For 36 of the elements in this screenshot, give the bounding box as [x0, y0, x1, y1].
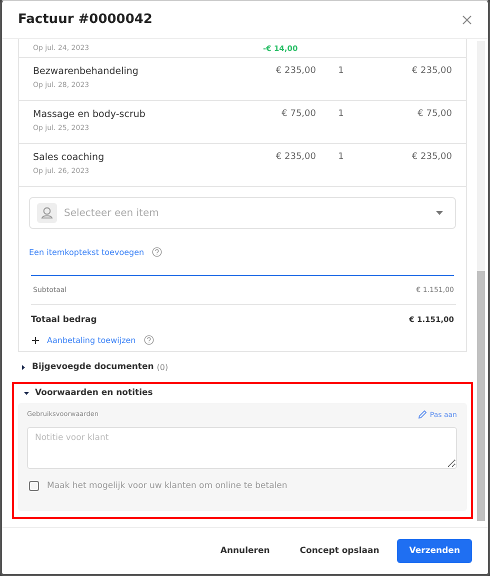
item-price: € 235,00	[274, 66, 316, 76]
footer-button[interactable]: Annuleren	[208, 539, 282, 563]
item-name: Sales coaching	[33, 152, 106, 163]
footer-button[interactable]: Concept opslaan	[288, 539, 392, 563]
scrollbar[interactable]	[477, 41, 485, 521]
help-icon[interactable]	[152, 247, 162, 257]
item-name: Massage en body-scrub	[33, 109, 146, 120]
note-field[interactable]: Notitie voor klant	[27, 427, 457, 469]
close-icon[interactable]	[462, 14, 472, 24]
item-price: € 75,00	[280, 109, 316, 119]
add-header-link[interactable]: Een itemkoptekst toevoegen	[29, 248, 144, 256]
document-count: (0)	[156, 362, 168, 372]
assign-deposit-link[interactable]: Aanbetaling toewijzen	[47, 336, 136, 344]
caret-icon	[436, 211, 443, 215]
expand-arrow-icon[interactable]	[21, 364, 26, 370]
footer-button[interactable]: Verzenden	[397, 539, 472, 563]
total-label: Totaal bedrag	[31, 315, 97, 325]
item-total: € 235,00	[410, 152, 452, 162]
checkbox-label[interactable]: Maak het mogelijk voor uw klanten om online te betalen	[47, 481, 288, 491]
item-quantity: 1	[337, 109, 345, 119]
plus-icon	[32, 336, 39, 344]
section-title[interactable]: Voorwaarden en notities	[35, 388, 153, 398]
person-icon	[37, 203, 57, 223]
item-total: € 235,00	[410, 66, 452, 76]
item-select[interactable]: Selecteer een item	[29, 197, 456, 229]
item-price: € 235,00	[274, 152, 316, 162]
expand-arrow-icon[interactable]	[24, 390, 29, 396]
checkbox[interactable]	[29, 481, 39, 491]
section-title[interactable]: Bijgevoegde documenten	[32, 362, 154, 372]
item-quantity: 1	[337, 152, 345, 162]
item-total: € 75,00	[416, 109, 452, 119]
item-name: Bezwarenbehandeling	[33, 66, 140, 77]
pencil-icon	[418, 410, 427, 419]
dialog-title: Factuur #0000042	[18, 12, 152, 27]
item-quantity: 1	[337, 66, 345, 76]
help-icon[interactable]	[144, 335, 154, 345]
